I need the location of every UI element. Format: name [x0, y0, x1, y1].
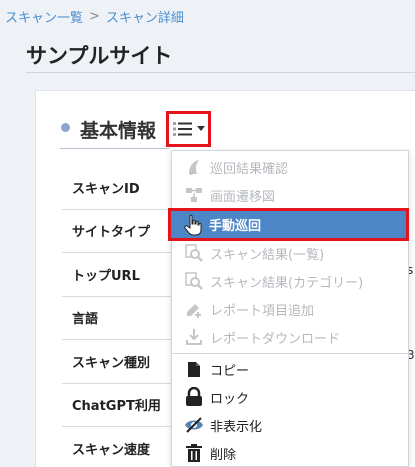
- info-row-label: ChatGPT利用: [62, 384, 176, 427]
- section-title: 基本情報: [80, 120, 157, 142]
- search-list-icon: [184, 243, 204, 263]
- chevron-right-icon: >: [89, 9, 100, 24]
- hide-icon: [184, 415, 204, 435]
- menu-item-add-report[interactable]: レポート項目追加: [172, 295, 408, 323]
- menu-item-scan-result-list[interactable]: スキャン結果(一覧): [172, 239, 408, 267]
- menu-item-report-download[interactable]: レポートダウンロード: [172, 323, 408, 351]
- menu-item-label: 手動巡回: [209, 219, 262, 234]
- menu-item-lock[interactable]: ロック: [172, 383, 408, 411]
- menu-item-label: レポートダウンロード: [210, 331, 341, 347]
- list-icon: [172, 122, 192, 136]
- actions-dropdown-menu: 巡回結果確認 画面遷移図 スキャン結果(一覧) スキャン結果(カテゴリー) レポ…: [171, 150, 409, 467]
- add-report-icon: [184, 299, 204, 319]
- menu-item-copy[interactable]: コピー: [172, 355, 408, 383]
- info-row-label: スキャン種別: [62, 340, 176, 384]
- breadcrumb-item-scan-list[interactable]: スキャン一覧: [5, 7, 83, 26]
- search-category-icon: [184, 271, 204, 291]
- menu-item-label: 巡回結果確認: [210, 161, 289, 177]
- menu-item-label: 画面遷移図: [210, 189, 276, 205]
- info-row-label: スキャン速度: [72, 443, 151, 459]
- menu-item-label: レポート項目追加: [210, 303, 315, 319]
- crawl-result-icon: [184, 157, 204, 177]
- info-table: スキャンID サイトタイプ トップURL 言語 スキャン種別 ChatGPT利用…: [62, 166, 176, 467]
- flow-diagram-icon: [184, 185, 204, 205]
- download-icon: [184, 327, 204, 347]
- menu-item-scan-result-category[interactable]: スキャン結果(カテゴリー): [172, 267, 408, 295]
- info-row-label: サイトタイプ: [62, 210, 176, 253]
- info-row-label: 言語: [62, 297, 176, 340]
- menu-item-hide[interactable]: 非表示化: [172, 411, 408, 439]
- copy-icon: [184, 359, 204, 379]
- breadcrumb: スキャン一覧 > スキャン詳細: [5, 7, 184, 26]
- menu-item-manual-crawl-row[interactable]: 手動巡回: [171, 211, 406, 238]
- info-row-label: スキャンID: [62, 166, 176, 210]
- menu-item-flow-diagram[interactable]: 画面遷移図: [172, 181, 408, 209]
- menu-item-manual-crawl[interactable]: 手動巡回: [168, 208, 409, 241]
- menu-item-label: スキャン結果(カテゴリー): [210, 275, 364, 291]
- lock-icon: [184, 387, 204, 407]
- title-divider: [26, 72, 415, 73]
- info-row-label: トップURL: [62, 253, 176, 297]
- menu-item-label: コピー: [210, 363, 250, 379]
- section-divider: [60, 148, 170, 149]
- page-title: サンプルサイト: [26, 44, 173, 68]
- menu-divider: [172, 353, 408, 354]
- trash-icon: [184, 443, 204, 463]
- actions-menu-button[interactable]: [166, 111, 211, 147]
- menu-item-crawl-result[interactable]: 巡回結果確認: [172, 153, 408, 181]
- menu-item-label: 削除: [210, 447, 237, 463]
- breadcrumb-item-scan-detail[interactable]: スキャン詳細: [106, 7, 184, 26]
- section-bullet-icon: [61, 123, 70, 132]
- menu-item-label: スキャン結果(一覧): [210, 247, 325, 263]
- caret-down-icon: [196, 126, 205, 131]
- menu-item-label: 非表示化: [210, 419, 263, 435]
- menu-item-delete[interactable]: 削除: [172, 439, 408, 467]
- hand-pointer-icon: [183, 214, 203, 235]
- menu-item-label: ロック: [210, 391, 250, 407]
